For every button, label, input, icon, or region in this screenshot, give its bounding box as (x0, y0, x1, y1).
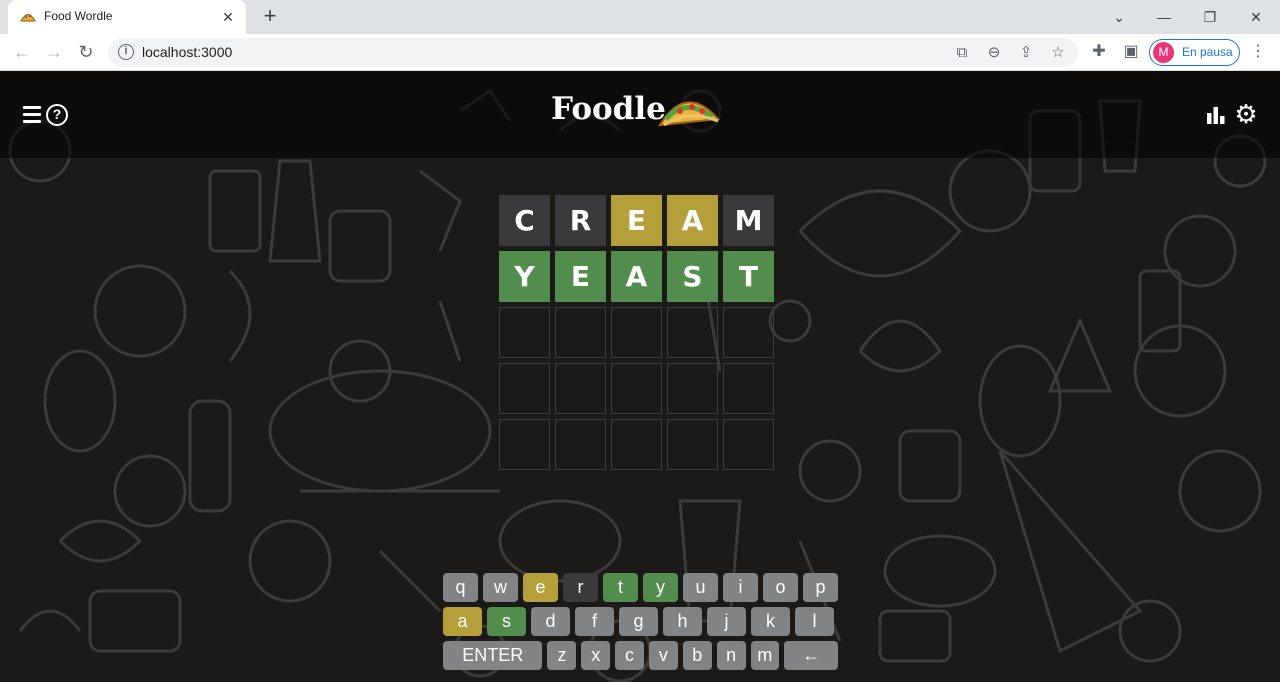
settings-gear-icon[interactable]: ⚙ (1234, 101, 1258, 127)
letter-tile (723, 307, 774, 358)
letter-tile: A (667, 195, 718, 246)
key-q[interactable]: q (443, 573, 478, 602)
address-bar[interactable]: i localhost:3000 ⧉ ⊖ ⇪ ☆ (108, 38, 1078, 67)
key-m[interactable]: m (750, 641, 780, 670)
restore-icon[interactable]: ❐ (1199, 6, 1221, 28)
letter-tile (499, 363, 550, 414)
taco-icon (20, 10, 36, 24)
profile-status-label: En pausa (1182, 45, 1233, 59)
letter-tile: E (555, 251, 606, 302)
key-d[interactable]: d (531, 607, 570, 636)
menu-hamburger-icon[interactable] (23, 106, 43, 124)
url-text[interactable]: localhost:3000 (142, 44, 232, 60)
letter-tile (667, 363, 718, 414)
board-row (499, 363, 779, 414)
key-l[interactable]: l (795, 607, 834, 636)
letter-tile: T (723, 251, 774, 302)
letter-tile (499, 307, 550, 358)
new-tab-icon[interactable]: + (258, 5, 282, 29)
key-g[interactable]: g (619, 607, 658, 636)
keyboard-row: ENTER z x c v b n m ← (443, 641, 843, 670)
letter-tile: M (723, 195, 774, 246)
back-arrow-icon[interactable]: ← (10, 40, 34, 64)
tab-title: Food Wordle (44, 9, 113, 23)
letter-tile: R (555, 195, 606, 246)
backspace-key[interactable]: ← (784, 641, 839, 670)
site-info-icon[interactable]: i (118, 44, 134, 60)
keyboard-row: asdfghjkl (443, 607, 843, 636)
enter-key[interactable]: ENTER (443, 641, 543, 670)
key-f[interactable]: f (575, 607, 614, 636)
key-r[interactable]: r (563, 573, 598, 602)
key-b[interactable]: b (682, 641, 712, 670)
key-n[interactable]: n (716, 641, 746, 670)
letter-tile (611, 419, 662, 470)
translate-icon[interactable]: ⧉ (951, 42, 973, 64)
extensions-puzzle-icon[interactable]: ✚ (1087, 40, 1111, 64)
letter-tile (667, 307, 718, 358)
key-u[interactable]: u (683, 573, 718, 602)
letter-tile (611, 363, 662, 414)
key-x[interactable]: x (581, 641, 611, 670)
letter-tile: C (499, 195, 550, 246)
tab-search-chevron-icon[interactable]: ⌄ (1108, 6, 1130, 28)
close-window-icon[interactable]: ✕ (1245, 6, 1267, 28)
key-t[interactable]: t (603, 573, 638, 602)
key-h[interactable]: h (663, 607, 702, 636)
game-board: CREAMYEAST (499, 195, 779, 475)
board-row (499, 419, 779, 470)
browser-menu-kebab-icon[interactable]: ⋮ (1246, 40, 1270, 64)
key-y[interactable]: y (643, 573, 678, 602)
page-content: ? Foodle ⚙ CREAMYEAST qwertyuiopasdfghjk… (0, 71, 1280, 682)
letter-tile (555, 363, 606, 414)
key-v[interactable]: v (648, 641, 678, 670)
bookmark-star-icon[interactable]: ☆ (1047, 42, 1069, 64)
taco-icon (658, 101, 721, 127)
minimize-icon[interactable]: — (1153, 6, 1175, 28)
app-header: ? Foodle ⚙ (0, 71, 1280, 158)
key-k[interactable]: k (751, 607, 790, 636)
stats-bar-chart-icon[interactable] (1206, 105, 1226, 125)
board-row: CREAM (499, 195, 779, 246)
keyboard-row: qwertyuiop (443, 573, 843, 602)
key-c[interactable]: c (615, 641, 644, 670)
letter-tile (555, 307, 606, 358)
browser-tab[interactable]: Food Wordle ✕ (8, 0, 246, 34)
key-i[interactable]: i (723, 573, 758, 602)
letter-tile: Y (499, 251, 550, 302)
letter-tile (499, 419, 550, 470)
letter-tile (667, 419, 718, 470)
key-j[interactable]: j (707, 607, 746, 636)
page-title: Foodle (551, 91, 666, 127)
board-row (499, 307, 779, 358)
zoom-out-icon[interactable]: ⊖ (983, 42, 1005, 64)
key-a[interactable]: a (443, 607, 482, 636)
browser-toolbar: ← → ↻ i localhost:3000 ⧉ ⊖ ⇪ ☆ ✚ ▣ M En … (0, 34, 1280, 71)
letter-tile (723, 419, 774, 470)
profile-button[interactable]: M En pausa (1149, 39, 1240, 66)
key-p[interactable]: p (803, 573, 838, 602)
key-o[interactable]: o (763, 573, 798, 602)
letter-tile (555, 419, 606, 470)
reload-icon[interactable]: ↻ (74, 40, 98, 64)
letter-tile (723, 363, 774, 414)
help-question-icon[interactable]: ? (46, 104, 68, 126)
board-row: YEAST (499, 251, 779, 302)
letter-tile: A (611, 251, 662, 302)
key-e[interactable]: e (523, 573, 558, 602)
share-icon[interactable]: ⇪ (1015, 42, 1037, 64)
key-w[interactable]: w (483, 573, 518, 602)
letter-tile: E (611, 195, 662, 246)
side-panel-icon[interactable]: ▣ (1119, 40, 1143, 64)
key-z[interactable]: z (547, 641, 577, 670)
browser-tabstrip: Food Wordle ✕ + ⌄ — ❐ ✕ (0, 0, 1280, 34)
key-s[interactable]: s (487, 607, 526, 636)
avatar: M (1153, 42, 1174, 63)
on-screen-keyboard: q w e r t y u i o p a s d f g h j k l ENTER z x c v b n m ← (443, 573, 843, 675)
close-tab-icon[interactable]: ✕ (218, 7, 238, 27)
letter-tile: S (667, 251, 718, 302)
forward-arrow-icon[interactable]: → (42, 40, 66, 64)
letter-tile (611, 307, 662, 358)
